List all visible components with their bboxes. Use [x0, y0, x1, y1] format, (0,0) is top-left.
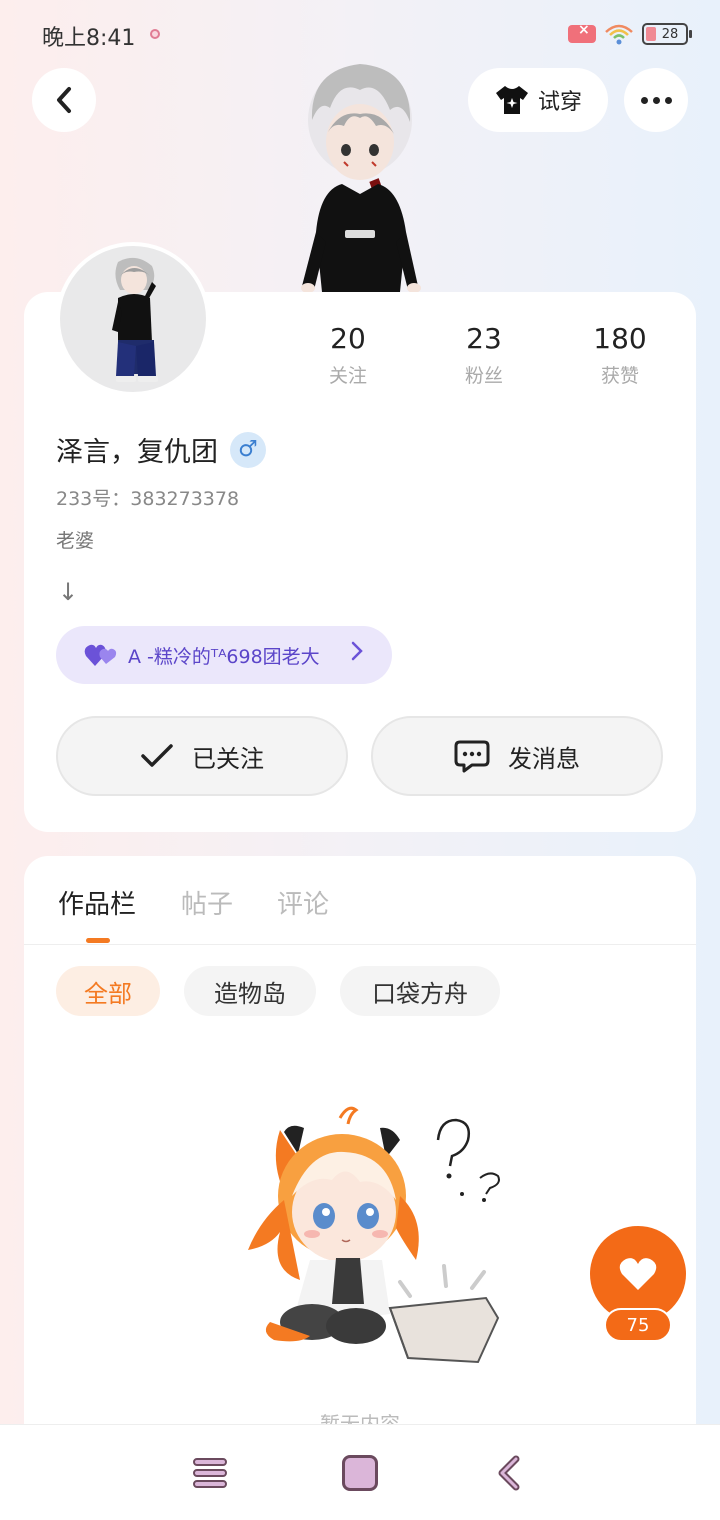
shirt-icon [495, 86, 528, 114]
stat-following-value: 20 [330, 322, 366, 355]
filter-creation-island[interactable]: 造物岛 [184, 966, 316, 1016]
chevron-left-icon [57, 87, 71, 113]
bio-arrow: ↓ [58, 578, 79, 606]
try-on-button[interactable]: 试穿 [468, 68, 608, 132]
no-sim-icon [568, 22, 596, 43]
username-text: 泽言，复仇团 [56, 437, 218, 468]
heart-icon [619, 1258, 657, 1290]
stat-fans[interactable]: 23 粉丝 [434, 322, 534, 388]
stat-likes-label: 获赞 [600, 365, 639, 387]
stat-fans-label: 粉丝 [464, 365, 503, 387]
stat-likes[interactable]: 180 获赞 [570, 322, 670, 388]
empty-state-illustration [240, 1100, 510, 1370]
status-time: 晚上8:41 [42, 26, 136, 51]
follow-label: 已关注 [192, 744, 264, 773]
checkmark-icon [141, 744, 173, 767]
chat-bubble-icon [454, 740, 490, 773]
avatar[interactable] [56, 242, 210, 396]
message-label: 发消息 [508, 744, 580, 773]
status-icons: 28 [568, 22, 692, 46]
filter-pocket-ark[interactable]: 口袋方舟 [340, 966, 500, 1016]
more-dot-icon [652, 96, 660, 104]
wifi-icon [604, 22, 634, 46]
stat-following-label: 关注 [328, 365, 367, 387]
tab-posts[interactable]: 帖子 [181, 884, 233, 921]
try-on-label: 试穿 [537, 90, 582, 115]
battery-icon: 28 [642, 23, 692, 45]
tab-indicator [86, 938, 110, 943]
like-count: 75 [604, 1308, 672, 1342]
more-dot-icon [664, 96, 672, 104]
filter-all[interactable]: 全部 [56, 966, 160, 1016]
recent-apps-button[interactable] [190, 1455, 230, 1491]
avatar-image [60, 246, 206, 392]
username: 泽言，复仇团 ♂ [56, 430, 266, 469]
menu-icon [193, 1458, 227, 1488]
chevron-right-icon [350, 640, 364, 668]
tab-divider [24, 944, 696, 945]
stat-following[interactable]: 20 关注 [298, 322, 398, 388]
back-button[interactable] [32, 68, 96, 132]
system-back-button[interactable] [494, 1453, 524, 1493]
team-label: A -糕冷的ᵀᴬ698团老大 [128, 645, 320, 668]
bio-text: 老婆 [56, 530, 95, 552]
user-id[interactable]: 233号：383273378 [56, 484, 239, 511]
notification-dot-icon [150, 29, 160, 39]
male-icon: ♂ [230, 431, 266, 468]
more-options-button[interactable] [624, 68, 688, 132]
stat-fans-value: 23 [466, 322, 502, 355]
team-badge-button[interactable]: A -糕冷的ᵀᴬ698团老大 [56, 626, 392, 684]
stat-likes-value: 180 [593, 322, 647, 355]
message-button[interactable]: 发消息 [371, 716, 663, 796]
tab-comments[interactable]: 评论 [277, 884, 329, 921]
tab-works[interactable]: 作品栏 [58, 884, 136, 921]
battery-level: 28 [661, 26, 679, 42]
more-dot-icon [640, 96, 648, 104]
system-nav-bar [0, 1424, 720, 1520]
follow-button[interactable]: 已关注 [56, 716, 348, 796]
avatar-3d-figure[interactable] [290, 50, 430, 293]
back-arrow-icon [498, 1455, 520, 1491]
double-heart-icon [84, 644, 117, 666]
home-button[interactable] [342, 1455, 378, 1491]
